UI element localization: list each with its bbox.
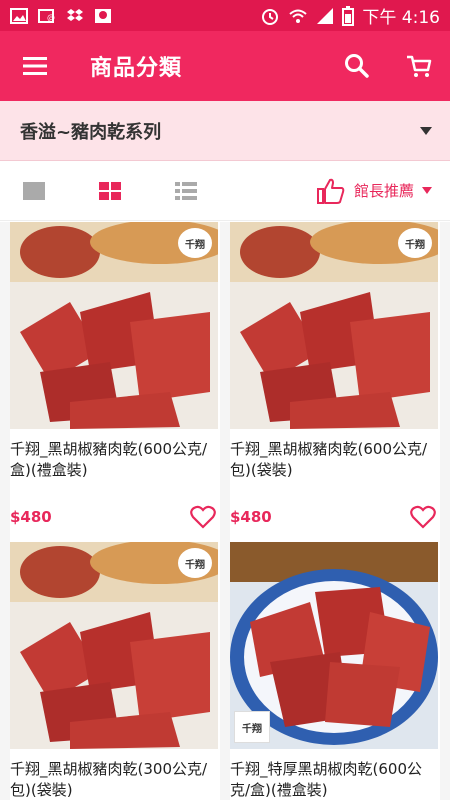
product-image[interactable]: 千翔 (230, 542, 438, 749)
list-view-button[interactable] (148, 161, 224, 221)
product-image[interactable]: 千翔 (230, 222, 438, 429)
grid-view-icon (99, 181, 121, 200)
favorite-button[interactable] (408, 502, 438, 532)
sort-dropdown[interactable]: 館長推薦 (316, 177, 450, 205)
alarm-icon (262, 8, 279, 25)
signal-icon (317, 7, 334, 24)
product-card[interactable]: 千翔 千翔_黑胡椒豬肉乾(600公克/盒)(禮盒裝) $480 (10, 222, 220, 542)
heart-icon (410, 505, 436, 529)
category-label: 香溢~豬肉乾系列 (20, 121, 162, 143)
brand-logo: 千翔 (178, 548, 212, 578)
product-image[interactable]: 千翔 (10, 542, 218, 749)
detail-list-icon (175, 181, 197, 200)
gallery-icon (10, 7, 28, 24)
product-name: 千翔_特厚黑胡椒肉乾(600公克/盒)(禮盒裝) (230, 760, 422, 799)
search-icon (345, 54, 369, 78)
photo-icon (95, 8, 111, 23)
single-view-button[interactable] (0, 161, 72, 221)
product-card[interactable]: 千翔 千翔_特厚黑胡椒肉乾(600公克/盒)(禮盒裝) (230, 542, 440, 800)
brand-logo: 千翔 (234, 711, 270, 743)
page-title: 商品分類 (90, 56, 183, 81)
thumbs-up-icon (316, 178, 345, 204)
search-button[interactable] (326, 31, 388, 101)
status-bar: @ 下午 4:16 (0, 0, 450, 31)
category-dropdown[interactable]: 香溢~豬肉乾系列 (0, 101, 450, 161)
product-image[interactable]: 千翔 (10, 222, 218, 429)
product-grid: 千翔 千翔_黑胡椒豬肉乾(600公克/盒)(禮盒裝) $480 千翔 千翔_黑胡… (0, 222, 450, 800)
dropbox-icon (67, 8, 83, 21)
battery-icon (342, 5, 355, 26)
product-price: $480 (230, 508, 272, 526)
app-bar: 商品分類 (0, 31, 450, 101)
chevron-down-icon (420, 126, 432, 135)
product-name: 千翔_黑胡椒豬肉乾(600公克/包)(袋裝) (230, 440, 428, 479)
product-name: 千翔_黑胡椒豬肉乾(300公克/包)(袋裝) (10, 760, 208, 799)
status-time: 下午 4:16 (362, 8, 440, 28)
menu-button[interactable] (0, 31, 70, 101)
cart-icon (407, 55, 432, 77)
product-name: 千翔_黑胡椒豬肉乾(600公克/盒)(禮盒裝) (10, 440, 208, 479)
brand-logo: 千翔 (178, 228, 212, 258)
svg-text:@: @ (47, 13, 55, 22)
mail-icon: @ (38, 8, 55, 23)
product-price: $480 (10, 508, 52, 526)
list-view-icon (23, 181, 45, 200)
view-toolbar: 館長推薦 (0, 161, 450, 221)
chevron-down-icon (422, 187, 432, 194)
product-card[interactable]: 千翔 千翔_黑胡椒豬肉乾(300公克/包)(袋裝) (10, 542, 220, 800)
brand-logo: 千翔 (398, 228, 432, 258)
grid-view-button[interactable] (72, 161, 148, 221)
menu-icon (23, 57, 47, 75)
cart-button[interactable] (388, 31, 450, 101)
sort-label: 館長推薦 (353, 182, 414, 200)
heart-icon (190, 505, 216, 529)
wifi-icon (289, 9, 308, 23)
product-card[interactable]: 千翔 千翔_黑胡椒豬肉乾(600公克/包)(袋裝) $480 (230, 222, 440, 542)
favorite-button[interactable] (188, 502, 218, 532)
